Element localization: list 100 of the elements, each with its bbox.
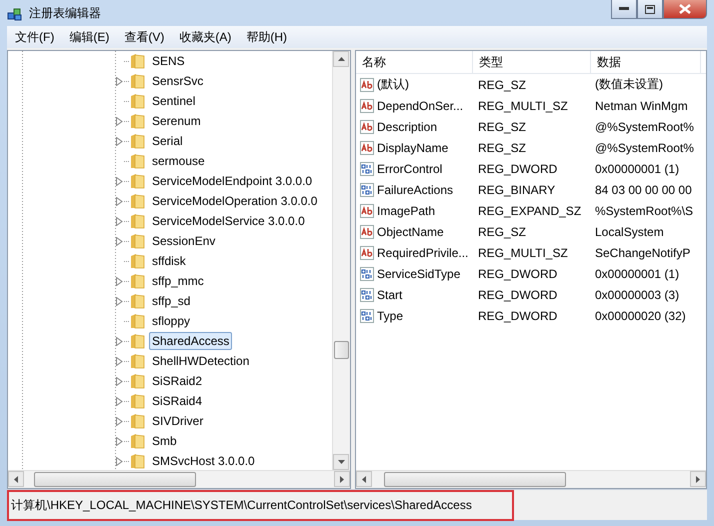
expand-arrow-icon[interactable]	[116, 296, 123, 306]
value-data: (数值未设置)	[594, 76, 664, 93]
maximize-button[interactable]	[637, 0, 663, 19]
string-value-icon	[360, 204, 374, 218]
scroll-left-icon	[14, 476, 18, 482]
horizontal-scrollbar[interactable]	[356, 470, 706, 488]
value-type: REG_MULTI_SZ	[477, 98, 569, 112]
menu-item[interactable]: 帮助(H)	[240, 28, 293, 46]
tree-item[interactable]: Serial	[149, 132, 186, 150]
binary-value-icon	[360, 162, 374, 176]
close-button[interactable]	[663, 0, 707, 19]
scroll-right-icon	[340, 476, 344, 482]
expand-arrow-icon[interactable]	[116, 76, 123, 86]
tree-item[interactable]: ShellHWDetection	[149, 352, 252, 370]
tree-item[interactable]: SMSvcHost 3.0.0.0	[149, 452, 258, 470]
tree-item[interactable]: ServiceModelEndpoint 3.0.0.0	[149, 172, 316, 190]
string-value-icon	[360, 224, 374, 238]
tree-item[interactable]: ServiceModelOperation 3.0.0.0	[149, 192, 320, 210]
tree-item[interactable]: sermouse	[149, 152, 208, 170]
expand-arrow-icon[interactable]	[116, 376, 123, 386]
vertical-scrollbar[interactable]	[332, 51, 350, 470]
value-name[interactable]: FailureActions	[377, 182, 454, 196]
expand-arrow-icon[interactable]	[116, 356, 123, 366]
tree-item[interactable]: SiSRaid2	[149, 372, 206, 390]
binary-value-icon	[360, 182, 374, 196]
value-type: REG_DWORD	[477, 162, 558, 176]
tree-item[interactable]: sffdisk	[149, 252, 189, 270]
folder-icon	[130, 413, 145, 429]
menu-item[interactable]: 收藏夹(A)	[173, 28, 238, 46]
value-data: 0x00000003 (3)	[594, 288, 680, 302]
scroll-thumb[interactable]	[384, 472, 566, 487]
column-header[interactable]: 名称	[356, 51, 473, 73]
tree-item[interactable]: sffp_mmc	[149, 272, 207, 290]
expand-arrow-icon[interactable]	[116, 136, 123, 146]
value-name[interactable]: Start	[377, 288, 402, 302]
horizontal-scrollbar[interactable]	[8, 470, 350, 488]
value-data: Netman WinMgm	[594, 98, 689, 112]
folder-icon	[130, 193, 145, 209]
menu-item[interactable]: 文件(F)	[9, 28, 60, 46]
value-name[interactable]: ImagePath	[377, 204, 436, 218]
value-name[interactable]: DisplayName	[377, 140, 448, 154]
folder-icon	[130, 273, 145, 289]
expand-arrow-icon[interactable]	[116, 176, 123, 186]
menu-item[interactable]: 编辑(E)	[63, 28, 116, 46]
value-type: REG_SZ	[477, 224, 528, 238]
close-icon	[679, 4, 691, 14]
folder-icon	[130, 253, 145, 269]
binary-value-icon	[360, 288, 374, 302]
value-data: 84 03 00 00 00 00	[594, 182, 693, 196]
scroll-left-icon	[362, 476, 366, 482]
scroll-thumb[interactable]	[34, 472, 196, 487]
string-value-icon	[360, 140, 374, 154]
value-name[interactable]: ServiceSidType	[377, 266, 460, 280]
tree-item[interactable]: SensrSvc	[149, 72, 206, 90]
tree-item[interactable]: Serenum	[149, 112, 204, 130]
tree-item[interactable]: Smb	[149, 432, 180, 450]
expand-arrow-icon[interactable]	[116, 456, 123, 466]
value-name[interactable]: Description	[377, 120, 438, 134]
expand-arrow-icon[interactable]	[116, 436, 123, 446]
string-value-icon	[360, 98, 374, 112]
expand-arrow-icon[interactable]	[116, 336, 123, 346]
status-path: 计算机\HKEY_LOCAL_MACHINE\SYSTEM\CurrentControlSet\services\SharedAccess	[7, 490, 514, 520]
value-name[interactable]: ErrorControl	[377, 162, 442, 176]
expand-arrow-icon[interactable]	[116, 196, 123, 206]
tree-item[interactable]: Sentinel	[149, 92, 198, 110]
value-type: REG_DWORD	[477, 308, 558, 322]
value-name[interactable]: DependOnSer...	[377, 98, 464, 112]
column-header[interactable]: 类型	[473, 51, 591, 73]
tree-item[interactable]: ServiceModelService 3.0.0.0	[149, 212, 308, 230]
maximize-icon	[645, 4, 655, 14]
menu-item[interactable]: 查看(V)	[118, 28, 170, 46]
expand-arrow-icon[interactable]	[116, 236, 123, 246]
tree-item[interactable]: SIVDriver	[149, 412, 206, 430]
scroll-thumb[interactable]	[334, 341, 349, 359]
value-name[interactable]: ObjectName	[377, 224, 444, 238]
expand-arrow-icon[interactable]	[116, 416, 123, 426]
value-name[interactable]: Type	[377, 308, 404, 322]
minimize-button[interactable]	[611, 0, 637, 19]
tree-item[interactable]: sffp_sd	[149, 292, 194, 310]
folder-icon	[130, 333, 145, 349]
value-name[interactable]: (默认)	[377, 76, 409, 93]
window-title: 注册表编辑器	[29, 4, 101, 22]
folder-icon	[130, 93, 145, 109]
scroll-right-icon	[696, 476, 700, 482]
value-type: REG_EXPAND_SZ	[477, 204, 582, 218]
folder-icon	[130, 293, 145, 309]
tree-item[interactable]: SharedAccess	[149, 332, 232, 350]
value-type: REG_SZ	[477, 140, 528, 154]
expand-arrow-icon[interactable]	[116, 396, 123, 406]
tree-item[interactable]: sfloppy	[149, 312, 194, 330]
expand-arrow-icon[interactable]	[116, 216, 123, 226]
value-data: @%SystemRoot%	[594, 140, 695, 154]
tree-item[interactable]: SENS	[149, 52, 188, 70]
tree-item[interactable]: SessionEnv	[149, 232, 218, 250]
expand-arrow-icon[interactable]	[116, 116, 123, 126]
expand-arrow-icon[interactable]	[116, 276, 123, 286]
string-value-icon	[360, 120, 374, 134]
tree-item[interactable]: SiSRaid4	[149, 392, 206, 410]
column-header[interactable]: 数据	[591, 51, 701, 73]
value-name[interactable]: RequiredPrivile...	[377, 246, 468, 260]
